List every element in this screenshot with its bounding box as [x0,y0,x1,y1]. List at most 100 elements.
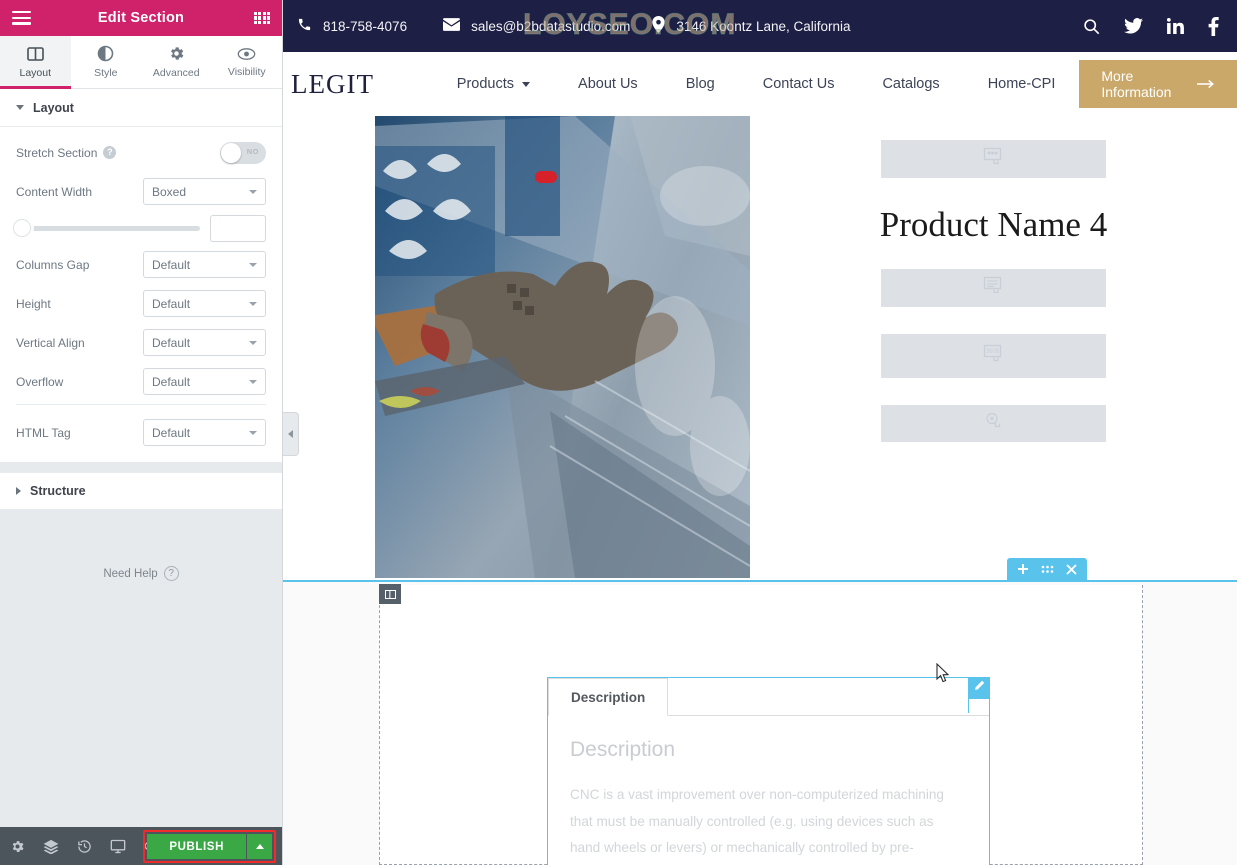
topbar-address-text: 3146 Koontz Lane, California [676,18,851,34]
topbar-phone-text: 818-758-4076 [323,18,408,34]
need-help-link[interactable]: Need Help ? [0,566,282,581]
content-width-select[interactable]: Boxed [143,178,266,205]
toggle-knob [221,142,241,163]
nav-item-home-cpi[interactable]: Home-CPI [964,76,1080,92]
hamburger-icon[interactable] [12,11,31,25]
nav-item-contact-us[interactable]: Contact Us [739,76,859,92]
chevron-right-icon [16,487,21,495]
panel-footer: PUBLISH [0,827,282,865]
topbar-phone[interactable]: 818-758-4076 [297,17,407,35]
product-section: Product Name 4 360$ [283,116,1237,578]
chevron-down-icon [249,301,257,306]
vertical-align-select[interactable]: Default [143,329,266,356]
product-image [375,116,750,578]
stretch-section-toggle[interactable]: NO [220,141,266,164]
chevron-down-icon [522,81,531,87]
topbar-email-text: sales@b2bdatastudio.com [471,18,631,34]
need-help-label: Need Help [103,567,158,580]
control-divider [16,404,266,405]
layers-icon[interactable] [43,839,59,854]
control-overflow: Overflow Default [16,362,266,401]
editor-root: Edit Section Layout Style Advanced Visib… [0,0,1237,865]
layout-section-title: Layout [33,100,74,115]
column-layout-icon [384,589,396,599]
search-icon[interactable] [1083,18,1100,35]
nav-item-blog[interactable]: Blog [662,76,739,92]
tab-layout[interactable]: Layout [0,36,71,89]
structure-section-header[interactable]: Structure [0,472,282,510]
nav-item-products[interactable]: Products [433,76,554,92]
chevron-left-icon [288,430,293,438]
control-vertical-align: Vertical Align Default [16,323,266,362]
control-columns-gap: Columns Gap Default [16,245,266,284]
tab-description[interactable]: Description [548,678,669,716]
svg-text:360$: 360$ [985,349,999,355]
description-tabs: Description [548,678,989,716]
history-icon[interactable] [77,839,92,854]
edited-column[interactable]: Description Description CNC is a vast im… [379,585,1143,865]
tab-advanced[interactable]: Advanced [141,36,212,88]
broken-image-stars-icon [983,147,1005,172]
elementor-edit-panel: Edit Section Layout Style Advanced Visib… [0,0,283,865]
drag-dots-icon[interactable] [1041,564,1054,574]
html-tag-label: HTML Tag [16,425,71,440]
widget-edit-badge[interactable] [968,677,990,713]
nav-item-products-label: Products [456,76,515,92]
pencil-edit-icon [973,679,985,697]
plus-icon[interactable] [1017,563,1029,575]
panel-collapse-handle[interactable] [283,412,299,456]
topbar-email[interactable]: sales@b2bdatastudio.com [443,18,630,34]
linkedin-icon[interactable] [1167,18,1184,34]
layout-controls: Stretch Section ? NO Content Width Boxed [0,127,282,462]
description-widget[interactable]: Description Description CNC is a vast im… [547,677,990,865]
topbar-social-links [1083,16,1219,36]
content-width-value: Boxed [152,184,187,199]
site-nav-links: Products About Us Blog Contact Us Catalo… [433,76,1080,92]
tab-visibility[interactable]: Visibility [212,36,283,88]
facebook-icon[interactable] [1208,16,1219,36]
broken-image-zoom-icon [983,411,1005,436]
columns-gap-value: Default [152,257,191,272]
publish-highlight: PUBLISH [143,830,276,863]
publish-options-button[interactable] [247,834,272,859]
twitter-icon[interactable] [1124,18,1143,34]
html-tag-select[interactable]: Default [143,419,266,446]
more-information-button[interactable]: More Information [1079,60,1237,108]
description-body: Description CNC is a vast improvement ov… [548,716,989,865]
widgets-grid-icon[interactable] [254,11,270,25]
site-brand-logo[interactable]: LEGIT [283,69,433,100]
chevron-down-icon [249,340,257,345]
chevron-down-icon [249,430,257,435]
responsive-monitor-icon[interactable] [110,839,126,854]
columns-gap-select[interactable]: Default [143,251,266,278]
columns-gap-label: Columns Gap [16,257,90,272]
width-number-input[interactable] [210,214,266,242]
map-pin-icon [652,16,666,36]
overflow-select[interactable]: Default [143,368,266,395]
description-heading: Description [570,738,676,761]
tab-style[interactable]: Style [71,36,142,88]
description-paragraph: CNC is a vast improvement over non-compu… [570,787,944,855]
width-slider-knob[interactable] [13,218,31,237]
eye-icon [237,47,256,61]
layout-section-header[interactable]: Layout [0,89,282,127]
short-description-placeholder [881,269,1106,308]
panel-title: Edit Section [97,10,185,26]
nav-item-catalogs[interactable]: Catalogs [858,76,963,92]
topbar-address[interactable]: 3146 Koontz Lane, California [652,16,851,36]
contrast-circle-icon [97,45,114,62]
nav-item-about-us[interactable]: About Us [554,76,662,92]
close-x-icon[interactable] [1066,563,1077,575]
width-slider-track[interactable] [13,218,200,237]
chevron-down-icon [249,189,257,194]
edited-section[interactable]: Description Description CNC is a vast im… [283,580,1237,865]
product-details: Product Name 4 360$ [750,116,1237,578]
height-value: Default [152,296,191,311]
height-select[interactable]: Default [143,290,266,317]
content-width-label: Content Width [16,184,93,199]
gear-icon[interactable] [10,839,25,854]
envelope-icon [443,18,461,34]
publish-button[interactable]: PUBLISH [147,834,246,859]
column-handle[interactable] [379,584,401,604]
question-circle-icon[interactable]: ? [103,146,117,159]
